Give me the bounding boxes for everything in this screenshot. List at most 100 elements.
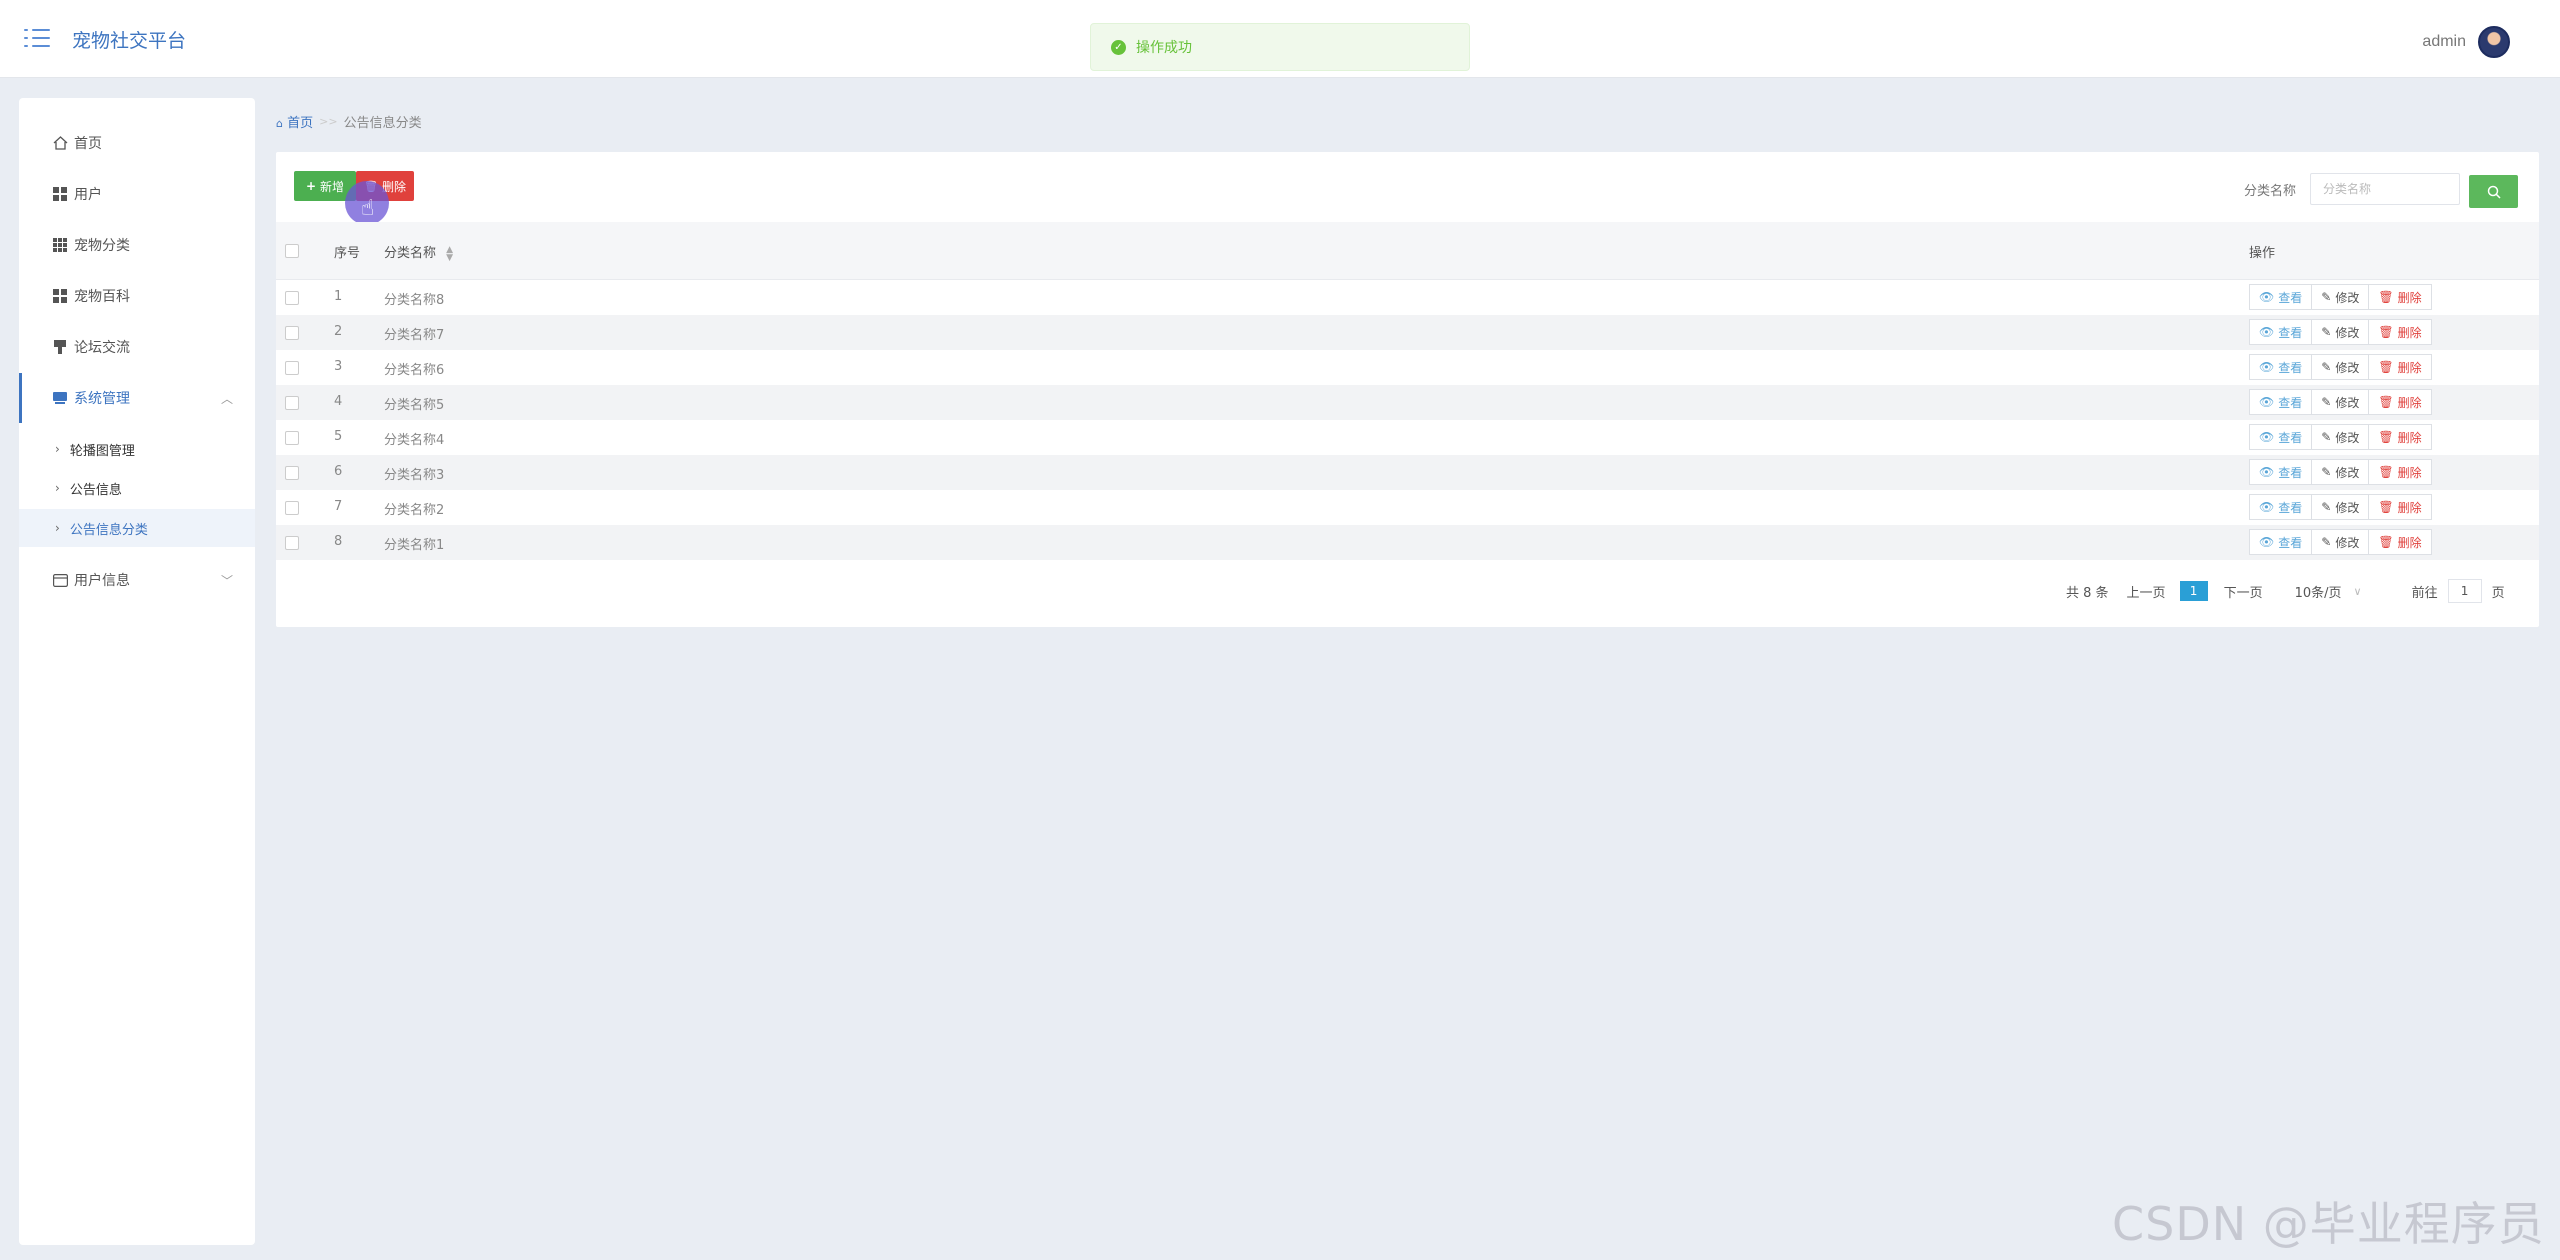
table-row: 8 分类名称1 👁 查看 ✎ 修改 🗑 删除 xyxy=(276,525,2539,560)
edit-button[interactable]: ✎ 修改 xyxy=(2311,354,2370,380)
row-name: 分类名称3 xyxy=(384,468,445,483)
sidebar-subitem-carousel[interactable]: › 轮播图管理 xyxy=(19,430,255,468)
sidebar-subitem-notice[interactable]: › 公告信息 xyxy=(19,469,255,507)
row-name: 分类名称6 xyxy=(384,363,445,378)
trash-icon: 🗑 xyxy=(2378,500,2394,514)
breadcrumb-home[interactable]: ⌂ 首页 xyxy=(276,112,313,131)
column-header-actions: 操作 xyxy=(2249,246,2276,261)
edit-icon: ✎ xyxy=(2321,430,2332,444)
view-button[interactable]: 👁 查看 xyxy=(2249,319,2313,345)
next-page-button[interactable]: 下一页 xyxy=(2224,582,2263,601)
user-menu[interactable]: admin xyxy=(2422,26,2510,58)
sidebar-item-home[interactable]: 首页 xyxy=(19,118,255,168)
row-delete-button[interactable]: 🗑 删除 xyxy=(2368,284,2432,310)
pagination: 共 8 条 上一页 1 下一页 10条/页 ∨ 前往 页 xyxy=(2066,579,2505,603)
breadcrumb-home-label[interactable]: 首页 xyxy=(287,116,313,131)
eye-icon: 👁 xyxy=(2259,430,2275,444)
sort-icon[interactable]: ▲ ▼ xyxy=(446,245,453,262)
chevron-right-icon: › xyxy=(55,521,60,535)
table-header: 序号 分类名称 ▲ ▼ 操作 xyxy=(276,222,2539,280)
row-delete-button[interactable]: 🗑 删除 xyxy=(2368,529,2432,555)
view-button[interactable]: 👁 查看 xyxy=(2249,494,2313,520)
search-input[interactable] xyxy=(2310,173,2460,205)
search-button[interactable] xyxy=(2469,175,2518,208)
chevron-down-icon[interactable]: ∨ xyxy=(2354,585,2362,598)
row-delete-button[interactable]: 🗑 删除 xyxy=(2368,424,2432,450)
sidebar-item-label: 宠物分类 xyxy=(74,238,130,254)
sidebar-item-pet-wiki[interactable]: 宠物百科 xyxy=(19,271,255,321)
success-toast: ✓ 操作成功 xyxy=(1090,23,1470,71)
plus-icon: + xyxy=(305,179,317,193)
row-index: 8 xyxy=(334,534,343,549)
edit-button[interactable]: ✎ 修改 xyxy=(2311,284,2370,310)
sidebar-item-pet-category[interactable]: 宠物分类 xyxy=(19,220,255,270)
menu-toggle-icon[interactable] xyxy=(24,27,50,49)
goto-page-input[interactable] xyxy=(2447,579,2482,603)
row-checkbox[interactable] xyxy=(285,536,299,550)
edit-icon: ✎ xyxy=(2321,465,2332,479)
watermark: CSDN @毕业程序员 xyxy=(2112,1197,2545,1251)
table-row: 7 分类名称2 👁 查看 ✎ 修改 🗑 删除 xyxy=(276,490,2539,525)
avatar[interactable] xyxy=(2478,26,2510,58)
sidebar-item-forum[interactable]: 论坛交流 xyxy=(19,322,255,372)
row-actions: 👁 查看 ✎ 修改 🗑 删除 xyxy=(2249,354,2432,380)
edit-button-label: 修改 xyxy=(2335,465,2360,480)
row-delete-button[interactable]: 🗑 删除 xyxy=(2368,354,2432,380)
edit-icon: ✎ xyxy=(2321,535,2332,549)
breadcrumb: ⌂ 首页 >> 公告信息分类 xyxy=(276,112,422,131)
row-delete-button[interactable]: 🗑 删除 xyxy=(2368,389,2432,415)
prev-page-button[interactable]: 上一页 xyxy=(2127,582,2166,601)
chevron-right-icon: › xyxy=(55,481,60,495)
row-delete-button[interactable]: 🗑 删除 xyxy=(2368,494,2432,520)
sidebar-subitem-notice-category[interactable]: › 公告信息分类 xyxy=(19,509,255,547)
column-header-name[interactable]: 分类名称 ▲ ▼ xyxy=(384,242,453,262)
row-checkbox[interactable] xyxy=(285,431,299,445)
row-delete-button[interactable]: 🗑 删除 xyxy=(2368,319,2432,345)
sidebar-subitem-label: 轮播图管理 xyxy=(69,443,135,459)
breadcrumb-current: 公告信息分类 xyxy=(343,116,422,131)
sidebar-item-users[interactable]: 用户 xyxy=(19,169,255,219)
sidebar-item-label: 首页 xyxy=(74,136,102,152)
eye-icon: 👁 xyxy=(2259,465,2275,479)
edit-button[interactable]: ✎ 修改 xyxy=(2311,529,2370,555)
page-size-select[interactable]: 10条/页 xyxy=(2295,582,2342,601)
row-delete-button[interactable]: 🗑 删除 xyxy=(2368,459,2432,485)
edit-button[interactable]: ✎ 修改 xyxy=(2311,319,2370,345)
row-checkbox[interactable] xyxy=(285,396,299,410)
sidebar-item-user-info[interactable]: 用户信息 ﹀ xyxy=(19,555,255,605)
view-button[interactable]: 👁 查看 xyxy=(2249,354,2313,380)
chevron-up-icon: ︿ xyxy=(220,391,233,406)
eye-icon: 👁 xyxy=(2259,360,2275,374)
row-actions: 👁 查看 ✎ 修改 🗑 删除 xyxy=(2249,424,2432,450)
eye-icon: 👁 xyxy=(2259,325,2275,339)
column-header-index: 序号 xyxy=(334,246,361,261)
view-button-label: 查看 xyxy=(2278,465,2303,480)
select-all-checkbox[interactable] xyxy=(285,244,299,258)
trash-icon: 🗑 xyxy=(2378,360,2394,374)
edit-button-label: 修改 xyxy=(2335,360,2360,375)
breadcrumb-separator: >> xyxy=(319,115,338,128)
user-name[interactable]: admin xyxy=(2422,33,2466,51)
view-button[interactable]: 👁 查看 xyxy=(2249,529,2313,555)
add-button[interactable]: + 新增 xyxy=(294,171,356,201)
row-checkbox[interactable] xyxy=(285,326,299,340)
edit-button[interactable]: ✎ 修改 xyxy=(2311,494,2370,520)
page-number-current[interactable]: 1 xyxy=(2179,581,2208,601)
edit-button[interactable]: ✎ 修改 xyxy=(2311,389,2370,415)
sidebar-subitem-label: 公告信息分类 xyxy=(69,522,148,538)
delete-button[interactable]: 🗑 删除 xyxy=(356,171,414,201)
view-button[interactable]: 👁 查看 xyxy=(2249,424,2313,450)
row-checkbox[interactable] xyxy=(285,501,299,515)
delete-button-label: 删除 xyxy=(381,179,406,194)
row-delete-button-label: 删除 xyxy=(2397,395,2422,410)
row-checkbox[interactable] xyxy=(285,466,299,480)
view-button[interactable]: 👁 查看 xyxy=(2249,459,2313,485)
view-button[interactable]: 👁 查看 xyxy=(2249,389,2313,415)
edit-button[interactable]: ✎ 修改 xyxy=(2311,424,2370,450)
sidebar-item-system-management[interactable]: 系统管理 ︿ xyxy=(19,373,255,423)
edit-button[interactable]: ✎ 修改 xyxy=(2311,459,2370,485)
view-button[interactable]: 👁 查看 xyxy=(2249,284,2313,310)
row-checkbox[interactable] xyxy=(285,291,299,305)
view-button-label: 查看 xyxy=(2278,500,2303,515)
row-checkbox[interactable] xyxy=(285,361,299,375)
